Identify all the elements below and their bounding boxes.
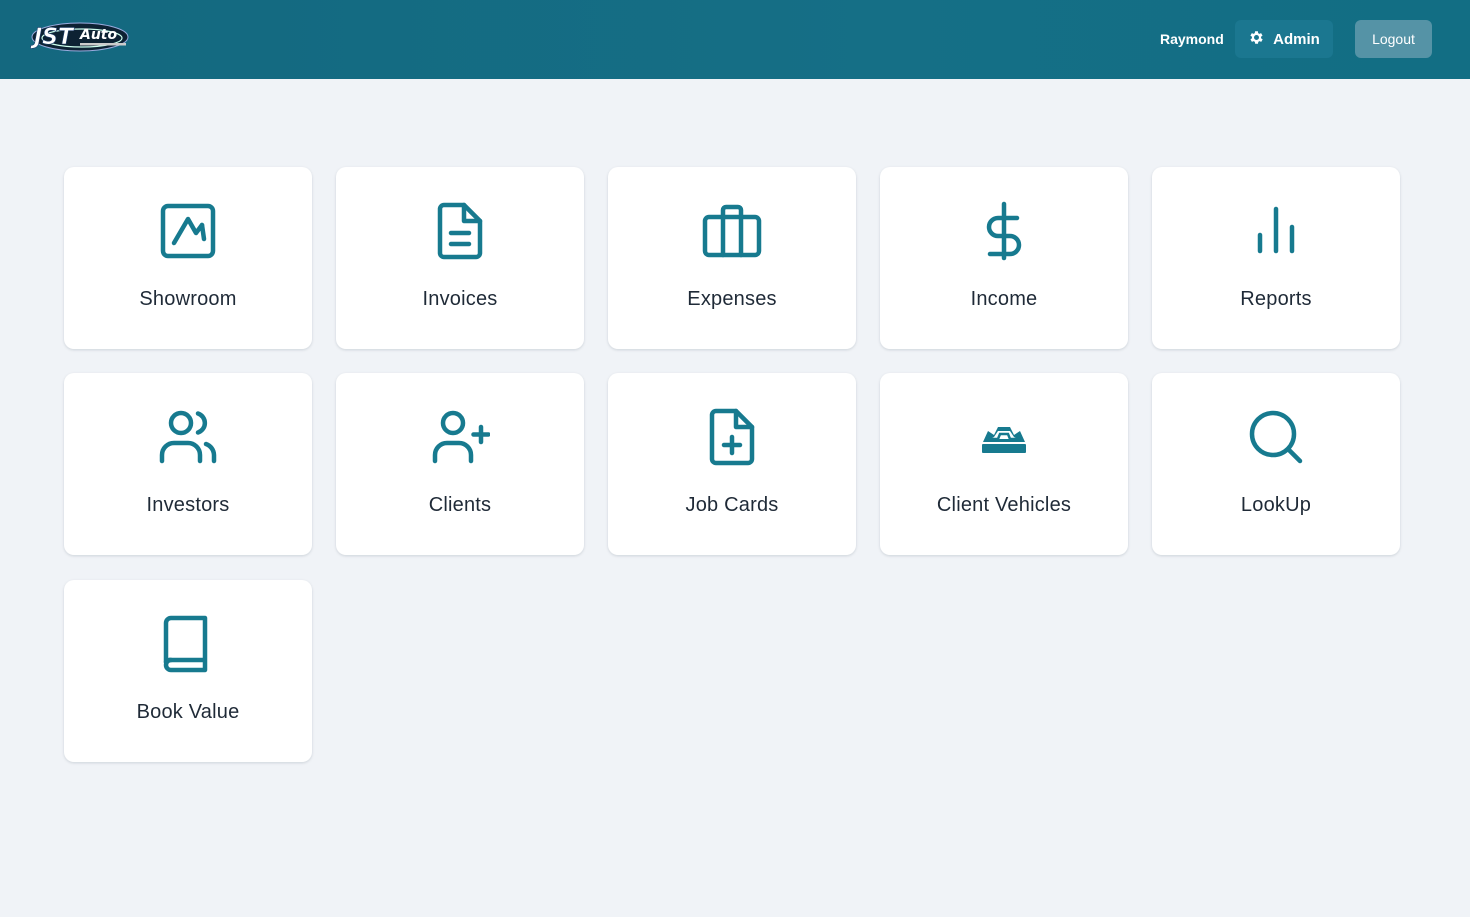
tile-label: Income — [970, 288, 1038, 310]
tile-label: Reports — [1240, 288, 1312, 310]
tile-reports[interactable]: Reports — [1152, 167, 1400, 349]
tile-label: Investors — [146, 494, 230, 516]
tile-label: Job Cards — [685, 494, 779, 516]
tile-label: Clients — [428, 494, 492, 516]
tile-showroom[interactable]: Showroom — [64, 167, 312, 349]
tile-label: Book Value — [136, 701, 240, 723]
gear-icon — [1248, 29, 1265, 50]
book-icon — [158, 614, 218, 674]
tile-label: Showroom — [139, 288, 237, 310]
search-icon — [1246, 407, 1306, 467]
tile-book-value[interactable]: Book Value — [64, 580, 312, 762]
bar-chart-icon — [1246, 201, 1306, 261]
tile-investors[interactable]: Investors — [64, 373, 312, 555]
tile-income[interactable]: Income — [880, 167, 1128, 349]
tile-label: Invoices — [422, 288, 498, 310]
tile-label: Client Vehicles — [936, 494, 1072, 516]
tile-label: LookUp — [1240, 494, 1312, 516]
svg-text:Auto: Auto — [79, 27, 117, 43]
admin-button[interactable]: Admin — [1235, 20, 1333, 58]
trend-chart-icon — [158, 201, 218, 261]
user-name: Raymond — [1160, 31, 1224, 47]
tile-invoices[interactable]: Invoices — [336, 167, 584, 349]
users-icon — [158, 407, 218, 467]
tile-client-vehicles[interactable]: Client Vehicles — [880, 373, 1128, 555]
tile-lookup[interactable]: LookUp — [1152, 373, 1400, 555]
jst-auto-logo[interactable]: JST Auto — [30, 14, 134, 56]
user-plus-icon — [430, 407, 490, 467]
vehicle-icon — [974, 407, 1034, 467]
file-plus-icon — [702, 407, 762, 467]
logout-button[interactable]: Logout — [1355, 20, 1432, 58]
svg-text:JST: JST — [30, 25, 75, 50]
tile-clients[interactable]: Clients — [336, 373, 584, 555]
document-icon — [430, 201, 490, 261]
briefcase-icon — [702, 201, 762, 261]
admin-label: Admin — [1273, 30, 1320, 48]
tile-expenses[interactable]: Expenses — [608, 167, 856, 349]
tile-label: Expenses — [687, 288, 777, 310]
tile-job-cards[interactable]: Job Cards — [608, 373, 856, 555]
dollar-icon — [974, 201, 1034, 261]
top-navbar: JST Auto Raymond Admin Logout — [0, 0, 1470, 79]
